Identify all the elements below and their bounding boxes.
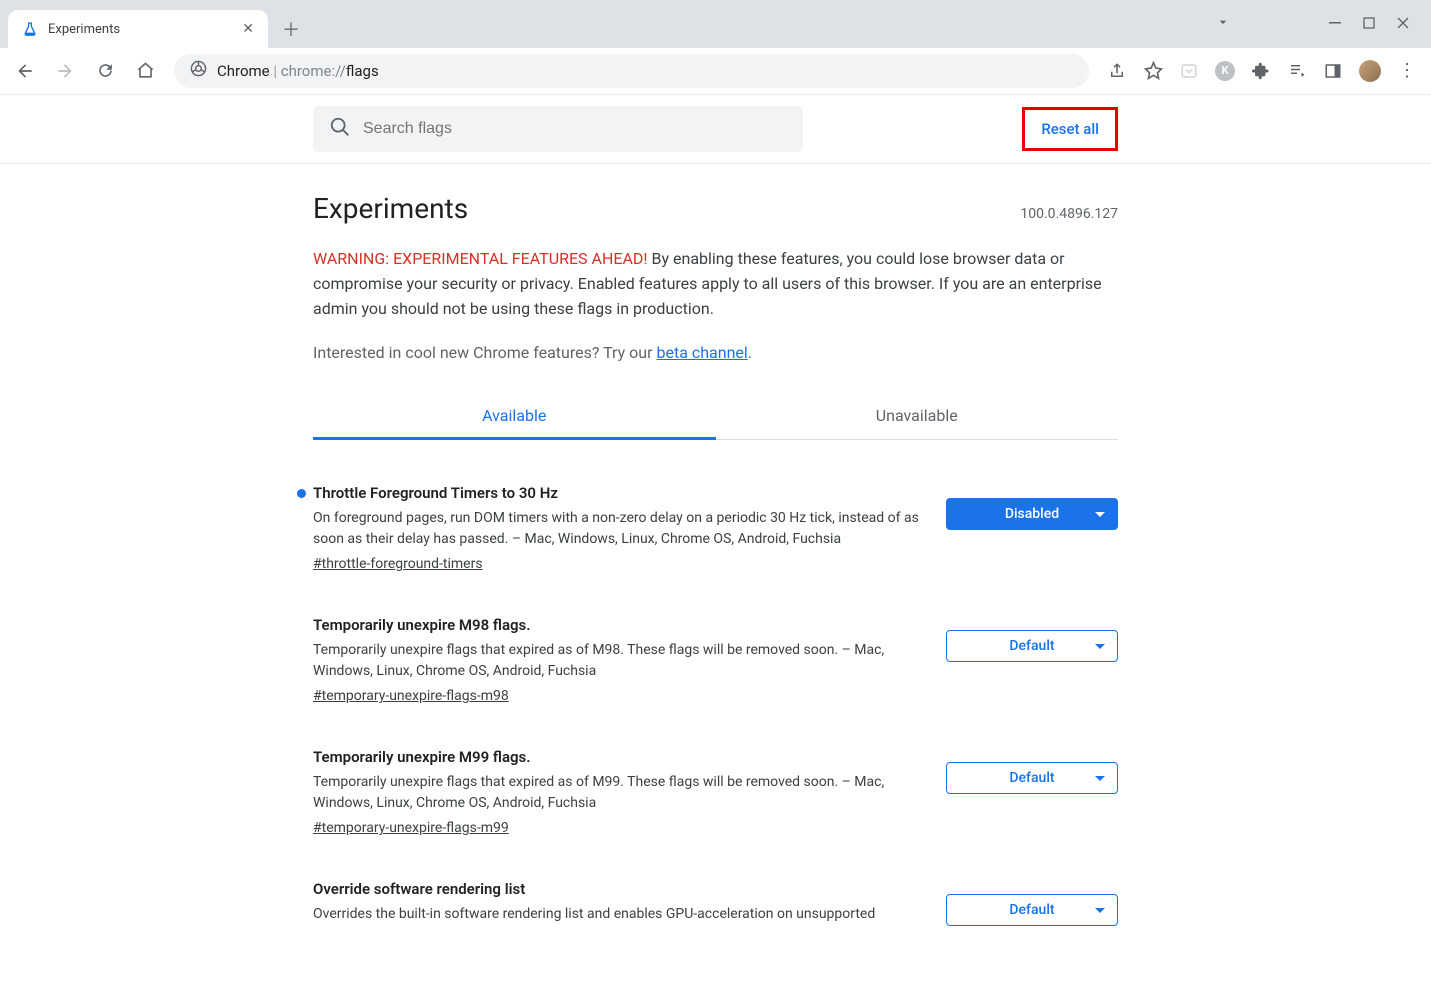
close-window-icon[interactable] xyxy=(1397,14,1409,33)
browser-toolbar: Chrome | chrome://flags K ⋮ xyxy=(0,48,1431,94)
flag-title: Temporarily unexpire M98 flags. xyxy=(313,616,922,634)
address-bar[interactable]: Chrome | chrome://flags xyxy=(174,54,1089,88)
new-tab-button[interactable]: ＋ xyxy=(274,12,308,46)
tab-search-chevron-icon[interactable] xyxy=(1215,14,1231,34)
flag-description: Overrides the built-in software renderin… xyxy=(313,904,922,925)
star-icon[interactable] xyxy=(1143,61,1163,81)
tab-unavailable[interactable]: Unavailable xyxy=(716,394,1119,440)
flag-tabs: Available Unavailable xyxy=(313,394,1118,440)
omnibox-text: Chrome | chrome://flags xyxy=(217,62,379,80)
version-label: 100.0.4896.127 xyxy=(1020,206,1118,222)
flag-description: On foreground pages, run DOM timers with… xyxy=(313,508,922,550)
window-titlebar: Experiments ✕ ＋ xyxy=(0,0,1431,48)
flag-item: Temporarily unexpire M98 flags. Temporari… xyxy=(313,616,1118,704)
flag-anchor-link[interactable]: #temporary-unexpire-flags-m98 xyxy=(313,688,509,704)
reload-button[interactable] xyxy=(94,61,116,80)
search-icon xyxy=(329,116,351,142)
flag-anchor-link[interactable]: #temporary-unexpire-flags-m99 xyxy=(313,820,509,836)
tab-title: Experiments xyxy=(48,22,232,37)
page-viewport[interactable]: Reset all Experiments 100.0.4896.127 WAR… xyxy=(0,94,1431,987)
toolbar-actions: K ⋮ xyxy=(1107,60,1417,82)
forward-button[interactable] xyxy=(54,61,76,81)
flag-select[interactable]: Default xyxy=(946,762,1118,794)
flag-title: Temporarily unexpire M99 flags. xyxy=(313,748,922,766)
close-icon[interactable]: ✕ xyxy=(242,21,254,37)
extensions-icon[interactable] xyxy=(1251,61,1271,81)
search-bar-row: Reset all xyxy=(0,94,1431,164)
back-button[interactable] xyxy=(14,61,36,81)
page-title: Experiments xyxy=(313,192,468,225)
flag-select[interactable]: Default xyxy=(946,630,1118,662)
flag-select[interactable]: Disabled xyxy=(946,498,1118,530)
flag-item: Override software rendering list Override… xyxy=(313,880,1118,926)
flag-description: Temporarily unexpire flags that expired … xyxy=(313,772,922,814)
chrome-icon xyxy=(190,60,207,81)
search-flags-box[interactable] xyxy=(313,106,803,152)
reading-list-icon[interactable] xyxy=(1287,61,1307,81)
warning-text: WARNING: EXPERIMENTAL FEATURES AHEAD! By… xyxy=(313,247,1118,321)
flask-icon xyxy=(22,21,38,37)
browser-tab-active[interactable]: Experiments ✕ xyxy=(8,10,268,48)
flag-item: Temporarily unexpire M99 flags. Temporari… xyxy=(313,748,1118,836)
search-input[interactable] xyxy=(363,120,787,138)
k-extension-icon[interactable]: K xyxy=(1215,61,1235,81)
flag-item: Throttle Foreground Timers to 30 Hz On fo… xyxy=(313,484,1118,572)
flag-select[interactable]: Default xyxy=(946,894,1118,926)
minimize-icon[interactable] xyxy=(1329,14,1341,33)
tab-available[interactable]: Available xyxy=(313,394,716,440)
share-icon[interactable] xyxy=(1107,61,1127,81)
kebab-menu-icon[interactable]: ⋮ xyxy=(1397,61,1417,81)
maximize-icon[interactable] xyxy=(1363,14,1375,33)
beta-channel-text: Interested in cool new Chrome features? … xyxy=(313,343,1118,362)
flag-list: Throttle Foreground Timers to 30 Hz On fo… xyxy=(313,484,1118,926)
flag-title: Override software rendering list xyxy=(313,880,922,898)
window-controls xyxy=(1307,0,1431,47)
home-button[interactable] xyxy=(134,61,156,80)
flag-description: Temporarily unexpire flags that expired … xyxy=(313,640,922,682)
flag-anchor-link[interactable]: #throttle-foreground-timers xyxy=(313,556,483,572)
reset-all-button[interactable]: Reset all xyxy=(1022,107,1118,151)
page-content: Experiments 100.0.4896.127 WARNING: EXPE… xyxy=(313,164,1118,987)
flag-title: Throttle Foreground Timers to 30 Hz xyxy=(313,484,922,502)
pocket-icon[interactable] xyxy=(1179,61,1199,81)
profile-avatar[interactable] xyxy=(1359,60,1381,82)
beta-channel-link[interactable]: beta channel xyxy=(656,343,747,362)
side-panel-icon[interactable] xyxy=(1323,61,1343,81)
